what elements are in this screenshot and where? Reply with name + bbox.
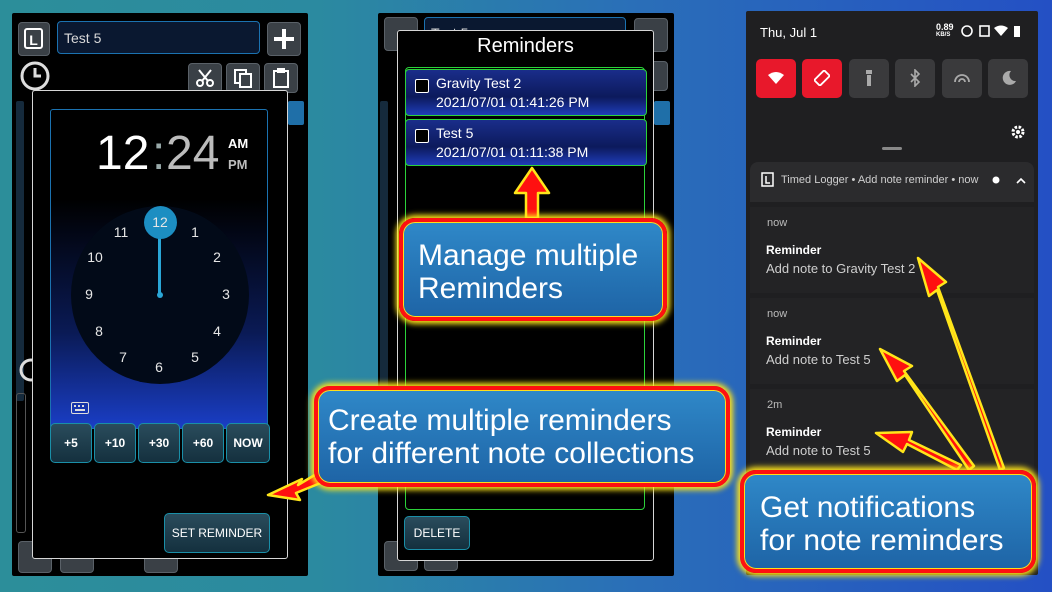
- arrow-to-reminders: [513, 166, 551, 220]
- manage-reminders-callout: Manage multiple Reminders: [399, 218, 667, 321]
- callout-line-1: Manage multiple: [418, 239, 639, 272]
- callout-line-1: Create multiple reminders: [328, 404, 672, 437]
- callout-line-2: for note reminders: [760, 524, 1004, 557]
- create-reminders-callout: Create multiple reminders for different …: [314, 386, 730, 487]
- arrow-to-notification-1: [916, 256, 1006, 472]
- callout-line-2: for different note collections: [328, 437, 695, 470]
- callout-line-1: Get notifications: [760, 491, 976, 524]
- notifications-callout: Get notifications for note reminders: [740, 470, 1036, 573]
- callout-line-2: Reminders: [418, 272, 564, 305]
